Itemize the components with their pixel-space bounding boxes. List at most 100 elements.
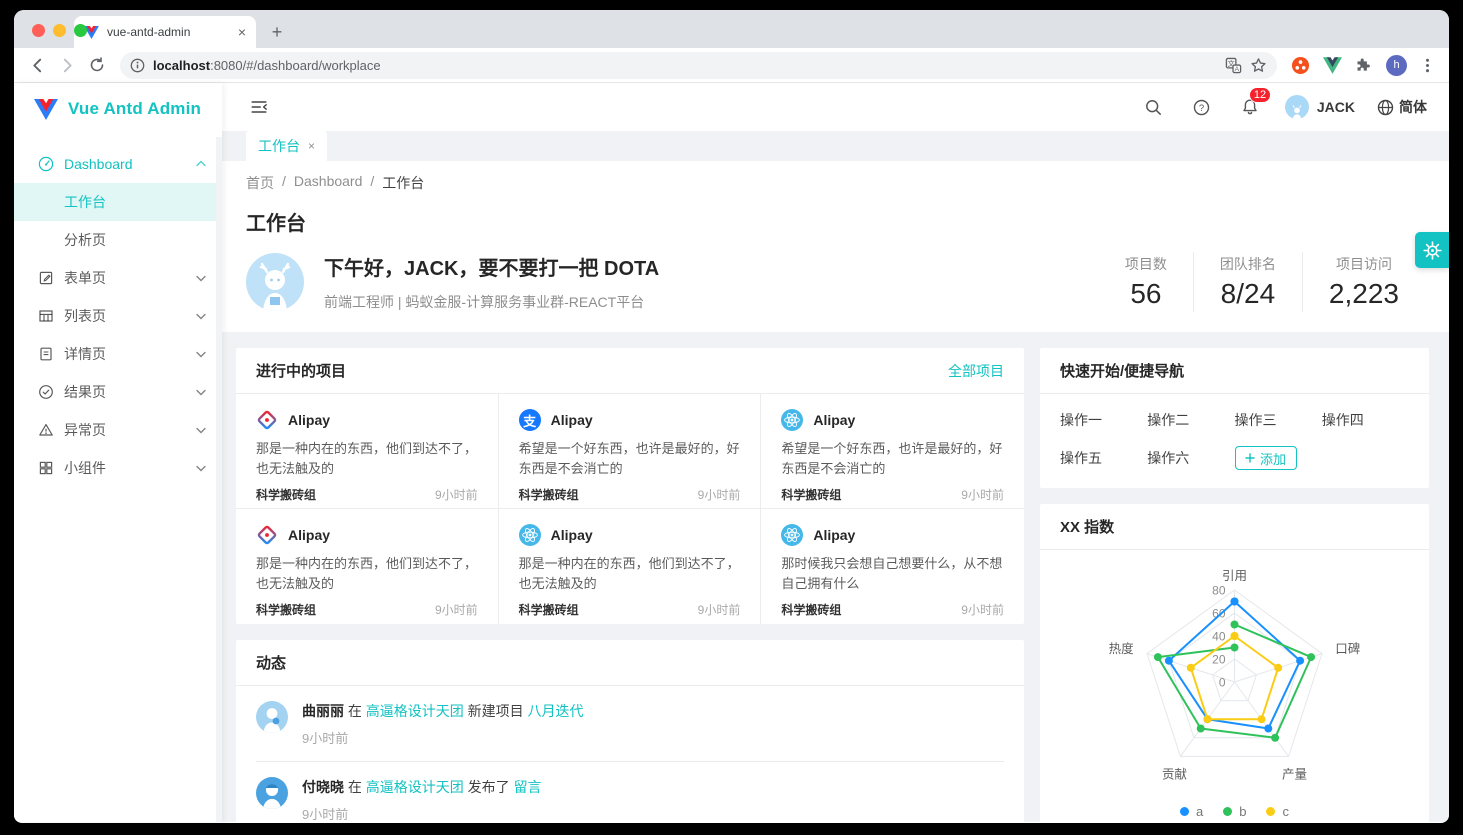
url-path: :8080/#/dashboard/workplace (210, 58, 381, 73)
back-button[interactable] (24, 52, 50, 78)
app-logo[interactable]: Vue Antd Admin (14, 83, 222, 135)
project-card[interactable]: Alipay那是一种内在的东西，他们到达不了，也无法触及的科学搬砖组9小时前 (236, 394, 499, 509)
sidebar-item-widgets[interactable]: 小组件 (14, 449, 222, 487)
activity-target-link[interactable]: 留言 (514, 779, 542, 795)
sidebar-item-detail[interactable]: 详情页 (14, 335, 222, 373)
project-name[interactable]: Alipay (288, 412, 330, 428)
legend-item[interactable]: a (1180, 804, 1203, 819)
extension-orange-icon[interactable] (1291, 56, 1310, 75)
project-card[interactable]: Alipay 那是一种内在的东西，他们到达不了，也无法触及的科学搬砖组 9小时前 (236, 509, 499, 624)
vue-devtools-icon[interactable] (1323, 57, 1342, 74)
all-projects-link[interactable]: 全部项目 (948, 361, 1004, 381)
translate-icon[interactable]: 文A (1225, 57, 1242, 74)
menu-fold-icon[interactable] (246, 94, 272, 120)
forward-button[interactable] (54, 52, 80, 78)
browser-menu-icon[interactable] (1420, 57, 1435, 74)
page-scroll-area[interactable]: 首页 / Dashboard / 工作台 工作台 下午好，JACK，要不要打一把… (222, 161, 1449, 822)
browser-tabstrip: vue-antd-admin × + (14, 10, 1449, 48)
quick-nav-link-1[interactable]: 操作一 (1060, 410, 1147, 430)
add-button[interactable]: 添加 (1235, 446, 1297, 470)
activity-user[interactable]: 付晓晓 (302, 779, 344, 795)
project-description: 那是一种内在的东西，他们到达不了，也无法触及的 (256, 554, 478, 594)
activity-user[interactable]: 曲丽丽 (302, 703, 344, 719)
reload-button[interactable] (84, 52, 110, 78)
user-menu[interactable]: JACK (1285, 95, 1355, 119)
language-switcher[interactable]: 简体 (1377, 97, 1427, 117)
project-group-link[interactable]: 科学搬砖组 (519, 601, 579, 618)
browser-tab[interactable]: vue-antd-admin × (74, 16, 256, 48)
tab-close-icon[interactable]: × (238, 25, 246, 39)
activity-group-link[interactable]: 高逼格设计天团 (366, 779, 464, 795)
browser-profile-avatar[interactable]: h (1386, 55, 1407, 76)
project-card[interactable]: 支Alipay希望是一个好东西，也许是最好的，好东西是不会消亡的科学搬砖组9小时… (499, 394, 762, 509)
project-group-link[interactable]: 科学搬砖组 (781, 486, 841, 503)
profile-icon (38, 346, 54, 362)
project-card[interactable]: Alipay那时候我只会想自己想要什么，从不想自己拥有什么科学搬砖组9小时前 (761, 509, 1024, 624)
breadcrumb-home[interactable]: 首页 (246, 173, 274, 193)
project-time: 9小时前 (435, 601, 478, 618)
close-window-button[interactable] (32, 24, 45, 37)
site-info-icon[interactable] (130, 58, 145, 73)
help-icon[interactable]: ? (1189, 94, 1215, 120)
sidebar-item-dashboard[interactable]: Dashboard (14, 145, 222, 183)
quick-nav-link-3[interactable]: 操作三 (1235, 410, 1322, 430)
project-card[interactable]: Alipay那是一种内在的东西，他们到达不了，也无法触及的科学搬砖组9小时前 (499, 509, 762, 624)
page-title: 工作台 (246, 207, 1425, 236)
react-icon (781, 409, 803, 431)
card-title: XX 指数 (1060, 516, 1114, 537)
sidebar-item-workplace[interactable]: 工作台 (14, 183, 222, 221)
svg-text:引用: 引用 (1222, 569, 1247, 583)
extensions-puzzle-icon[interactable] (1355, 56, 1373, 74)
greeting-text-block: 下午好，JACK，要不要打一把 DOTA 前端工程师 | 蚂蚁金服-计算服务事业… (324, 252, 659, 312)
stat-value: 56 (1125, 278, 1167, 310)
bookmark-star-icon[interactable] (1250, 57, 1267, 74)
page-tab-workplace[interactable]: 工作台 × (246, 131, 327, 161)
svg-text:40: 40 (1212, 630, 1226, 644)
notification-bell-icon[interactable]: 12 (1237, 94, 1263, 120)
breadcrumb-dashboard[interactable]: Dashboard (294, 173, 363, 193)
sidebar-item-exception[interactable]: 异常页 (14, 411, 222, 449)
search-icon[interactable] (1141, 94, 1167, 120)
project-name[interactable]: Alipay (288, 527, 330, 543)
project-name[interactable]: Alipay (551, 527, 593, 543)
fullscreen-window-button[interactable] (74, 24, 87, 37)
project-name[interactable]: Alipay (813, 527, 855, 543)
project-group-link[interactable]: 科学搬砖组 (256, 601, 316, 618)
page-tabbar: 工作台 × (222, 131, 1449, 161)
new-tab-button[interactable]: + (264, 19, 290, 45)
sidebar-item-form[interactable]: 表单页 (14, 259, 222, 297)
project-name[interactable]: Alipay (551, 412, 593, 428)
quick-nav-link-4[interactable]: 操作四 (1322, 410, 1409, 430)
svg-text:A: A (1235, 65, 1240, 72)
globe-icon (1377, 99, 1394, 116)
quick-nav-link-6[interactable]: 操作六 (1147, 448, 1234, 468)
url-text[interactable]: localhost:8080/#/dashboard/workplace (153, 58, 1217, 73)
quick-nav-link-2[interactable]: 操作二 (1147, 410, 1234, 430)
sidebar-item-analysis[interactable]: 分析页 (14, 221, 222, 259)
sidebar-item-label: 分析页 (64, 230, 206, 250)
project-group-link[interactable]: 科学搬砖组 (256, 486, 316, 503)
chevron-down-icon (196, 425, 206, 435)
quick-nav-link-5[interactable]: 操作五 (1060, 448, 1147, 468)
legend-item[interactable]: c (1266, 804, 1289, 819)
browser-toolbar: localhost:8080/#/dashboard/workplace 文A … (14, 48, 1449, 83)
settings-gear-button[interactable] (1415, 232, 1449, 268)
project-card[interactable]: Alipay希望是一个好东西，也许是最好的，好东西是不会消亡的科学搬砖组9小时前 (761, 394, 1024, 509)
activity-target-link[interactable]: 八月迭代 (528, 703, 584, 719)
stat-project-visits: 项目访问 2,223 (1302, 252, 1425, 312)
sidebar-item-list[interactable]: 列表页 (14, 297, 222, 335)
legend-item[interactable]: b (1223, 804, 1246, 819)
sidebar-scrollbar[interactable] (216, 137, 222, 822)
project-name[interactable]: Alipay (813, 412, 855, 428)
sidebar-item-result[interactable]: 结果页 (14, 373, 222, 411)
project-group-link[interactable]: 科学搬砖组 (781, 601, 841, 618)
project-group-link[interactable]: 科学搬砖组 (519, 486, 579, 503)
page-tab-close-icon[interactable]: × (308, 139, 315, 153)
activity-group-link[interactable]: 高逼格设计天团 (366, 703, 464, 719)
address-bar[interactable]: localhost:8080/#/dashboard/workplace 文A (120, 52, 1277, 79)
minimize-window-button[interactable] (53, 24, 66, 37)
activity-card: 动态 曲丽丽 在 高逼格设计天团 新建项目 八月迭代 9小时前 (236, 640, 1024, 822)
sidebar-item-label: Dashboard (64, 156, 196, 172)
react-icon (519, 524, 541, 546)
left-column: 进行中的项目 全部项目 Alipay那是一种内在的东西，他们到达不了，也无法触及… (236, 348, 1024, 822)
